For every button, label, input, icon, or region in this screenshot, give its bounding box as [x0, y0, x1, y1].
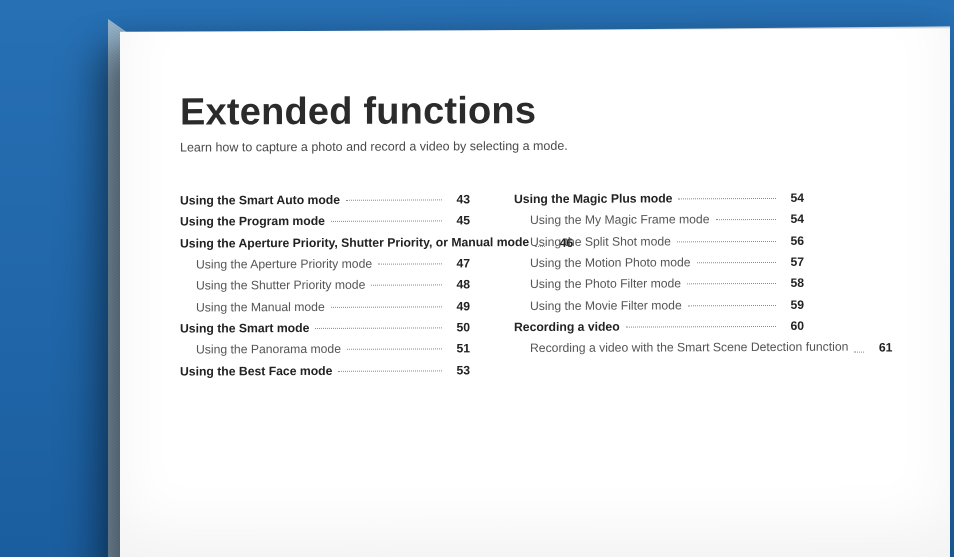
- toc-leader: [678, 198, 776, 199]
- toc-entry[interactable]: Using the Smart mode 50: [180, 317, 470, 340]
- toc-leader: [371, 285, 442, 286]
- toc-leader: [677, 241, 776, 242]
- toc-leader: [687, 283, 776, 284]
- toc-leader: [338, 370, 442, 371]
- toc-leader: [626, 326, 776, 328]
- toc-page: 43: [448, 189, 470, 210]
- toc-label: Using the Aperture Priority, Shutter Pri…: [180, 232, 529, 255]
- toc-page: 51: [448, 339, 470, 360]
- toc-page: 59: [782, 295, 804, 316]
- toc-page: 56: [782, 231, 804, 252]
- toc-entry[interactable]: Using the Split Shot mode 56: [514, 231, 804, 254]
- toc-leader: [331, 306, 442, 307]
- toc-label: Using the Movie Filter mode: [514, 295, 682, 317]
- toc-label: Using the Motion Photo mode: [514, 252, 691, 274]
- stage: Extended functions Learn how to capture …: [0, 0, 954, 557]
- toc-page: 54: [782, 209, 804, 230]
- toc-label: Using the Panorama mode: [180, 339, 341, 361]
- toc-leader: [688, 305, 776, 306]
- toc-entry[interactable]: Using the Motion Photo mode 57: [514, 252, 804, 275]
- toc-leader: [315, 327, 442, 329]
- toc-entry[interactable]: Using the Aperture Priority, Shutter Pri…: [180, 232, 470, 255]
- toc-page: 47: [448, 253, 470, 274]
- toc-page: 60: [782, 316, 804, 337]
- toc-leader: [346, 199, 442, 200]
- toc-page: 58: [782, 273, 804, 294]
- toc-label: Using the Smart Auto mode: [180, 190, 340, 212]
- toc-entry[interactable]: Using the Program mode 45: [180, 211, 470, 234]
- toc-label: Using the Manual mode: [180, 297, 325, 319]
- toc-label: Using the Best Face mode: [180, 361, 332, 383]
- toc-leader: [716, 219, 777, 220]
- page-title: Extended functions: [180, 88, 890, 134]
- toc-label: Using the Aperture Priority mode: [180, 254, 372, 276]
- toc-page: 50: [448, 317, 470, 338]
- toc-leader: [854, 351, 864, 352]
- toc-column-2: Using the Magic Plus mode 54 Using the M…: [514, 188, 804, 381]
- toc-entry[interactable]: Using the Magic Plus mode 54: [514, 188, 804, 211]
- page: Extended functions Learn how to capture …: [120, 28, 950, 557]
- toc-entry[interactable]: Using the Movie Filter mode 59: [514, 295, 804, 318]
- toc-page: 45: [448, 211, 470, 232]
- toc-entry[interactable]: Using the Panorama mode 51: [180, 339, 470, 362]
- toc-page: 57: [782, 252, 804, 273]
- toc-entry[interactable]: Recording a video with the Smart Scene D…: [514, 337, 804, 360]
- toc-label: Using the Program mode: [180, 211, 325, 233]
- toc-page: 54: [782, 188, 804, 209]
- toc-label: Using the Magic Plus mode: [514, 188, 672, 210]
- toc-page: 49: [448, 296, 470, 317]
- toc-entry[interactable]: Using the Aperture Priority mode 47: [180, 253, 470, 276]
- toc-label: Recording a video: [514, 317, 620, 339]
- toc-label: Recording a video with the Smart Scene D…: [514, 337, 848, 360]
- toc-column-1: Using the Smart Auto mode 43 Using the P…: [180, 189, 470, 382]
- toc-entry[interactable]: Using the Photo Filter mode 58: [514, 273, 804, 296]
- toc-entry[interactable]: Using the Smart Auto mode 43: [180, 189, 470, 212]
- toc-label: Using the Shutter Priority mode: [180, 275, 365, 297]
- toc-entry[interactable]: Using the Manual mode 49: [180, 296, 470, 319]
- toc-label: Using the My Magic Frame mode: [514, 210, 710, 232]
- toc-page: 61: [870, 338, 892, 359]
- toc-entry[interactable]: Recording a video 60: [514, 316, 804, 339]
- toc-entry[interactable]: Using the My Magic Frame mode 54: [514, 209, 804, 232]
- toc-page: 48: [448, 275, 470, 296]
- toc-leader: [347, 349, 442, 350]
- page-subtitle: Learn how to capture a photo and record …: [180, 137, 890, 154]
- page-wrap: Extended functions Learn how to capture …: [120, 30, 950, 557]
- toc-label: Using the Smart mode: [180, 318, 309, 340]
- toc-label: Using the Split Shot mode: [514, 231, 671, 253]
- toc: Using the Smart Auto mode 43 Using the P…: [180, 187, 890, 382]
- toc-entry[interactable]: Using the Shutter Priority mode 48: [180, 275, 470, 298]
- toc-leader: [697, 262, 776, 263]
- toc-entry[interactable]: Using the Best Face mode 53: [180, 360, 470, 383]
- toc-label: Using the Photo Filter mode: [514, 274, 681, 296]
- toc-leader: [535, 246, 545, 247]
- toc-leader: [378, 263, 442, 264]
- toc-page: 53: [448, 360, 470, 381]
- toc-leader: [331, 221, 442, 222]
